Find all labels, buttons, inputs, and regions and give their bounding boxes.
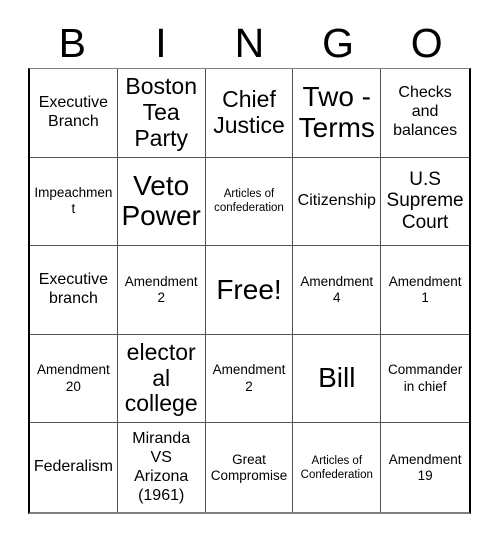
header-letter-b: B: [58, 19, 86, 66]
bingo-cell-label: Articles of confederation: [214, 188, 284, 215]
bingo-cell-label: Amendment 20: [37, 362, 110, 394]
bingo-cell-label: Articles of Confederation: [300, 454, 373, 481]
bingo-cell-label: Impeachment: [34, 185, 113, 217]
bingo-cell-label: Two - Terms: [298, 81, 375, 143]
bingo-cell-g2[interactable]: Citizenship: [293, 157, 382, 247]
bingo-cell-n1[interactable]: Chief Justice: [205, 69, 294, 158]
bingo-cell-label: Bill: [318, 362, 356, 394]
bingo-cell-i4[interactable]: electoral college: [117, 334, 206, 424]
bingo-cell-o2[interactable]: U.S Supreme Court: [381, 157, 469, 247]
bingo-cell-g4[interactable]: Bill: [293, 334, 382, 424]
bingo-cell-n5[interactable]: Great Compromise: [205, 423, 294, 512]
bingo-cell-label: Checks and balances: [393, 84, 458, 140]
bingo-free-space-label: Free!: [216, 273, 282, 305]
bingo-cell-b5[interactable]: Federalism: [30, 423, 118, 512]
bingo-cell-label: Amendment 2: [212, 362, 286, 394]
bingo-cell-label: Amendment 19: [388, 451, 462, 483]
bingo-cell-i2[interactable]: Veto Power: [117, 157, 206, 247]
bingo-cell-label: Executive branch: [38, 271, 109, 307]
bingo-cell-n2[interactable]: Articles of confederation: [205, 157, 294, 247]
bingo-cell-b2[interactable]: Impeachment: [30, 157, 118, 247]
header-letter-g: G: [322, 19, 355, 66]
bingo-cell-g3[interactable]: Amendment 4: [293, 246, 382, 335]
bingo-cell-b1[interactable]: Executive Branch: [30, 69, 118, 158]
bingo-cell-label: Amendment 1: [388, 273, 462, 305]
bingo-cell-g1[interactable]: Two - Terms: [293, 69, 382, 158]
header-letter-o: O: [410, 19, 443, 66]
bingo-cell-label: Amendment 2: [124, 273, 198, 305]
bingo-cell-n4[interactable]: Amendment 2: [205, 334, 294, 424]
bingo-cell-label: Citizenship: [297, 191, 376, 209]
bingo-cell-label: U.S Supreme Court: [386, 168, 464, 234]
bingo-cell-o4[interactable]: Commander in chief: [381, 334, 469, 424]
bingo-card: B I N G O Executive Branch Boston Tea Pa…: [0, 0, 500, 544]
bingo-header: B I N G O: [28, 18, 471, 68]
bingo-cell-label: Boston Tea Party: [125, 73, 197, 151]
bingo-cell-label: Miranda VS Arizona (1961): [132, 429, 191, 504]
bingo-cell-g5[interactable]: Articles of Confederation: [293, 423, 382, 512]
bingo-cell-b4[interactable]: Amendment 20: [30, 334, 118, 424]
bingo-cell-o5[interactable]: Amendment 19: [381, 423, 469, 512]
bingo-cell-i3[interactable]: Amendment 2: [117, 246, 206, 335]
bingo-cell-label: Veto Power: [121, 169, 201, 232]
bingo-cell-label: Great Compromise: [210, 451, 288, 483]
bingo-cell-label: Executive Branch: [38, 93, 109, 130]
bingo-cell-o3[interactable]: Amendment 1: [381, 246, 469, 335]
bingo-cell-label: Federalism: [33, 458, 113, 476]
header-letter-i: I: [155, 19, 167, 66]
bingo-cell-label: electoral college: [124, 338, 198, 417]
header-letter-n: N: [234, 19, 265, 66]
bingo-cell-i5[interactable]: Miranda VS Arizona (1961): [117, 423, 206, 512]
bingo-grid: Executive Branch Boston Tea Party Chief …: [28, 68, 471, 514]
bingo-cell-free-space[interactable]: Free!: [205, 246, 294, 335]
bingo-cell-b3[interactable]: Executive branch: [30, 246, 118, 335]
bingo-cell-o1[interactable]: Checks and balances: [381, 69, 469, 158]
bingo-cell-label: Chief Justice: [213, 86, 285, 138]
bingo-cell-label: Commander in chief: [387, 362, 463, 394]
bingo-cell-i1[interactable]: Boston Tea Party: [117, 69, 206, 158]
bingo-cell-label: Amendment 4: [300, 273, 374, 305]
